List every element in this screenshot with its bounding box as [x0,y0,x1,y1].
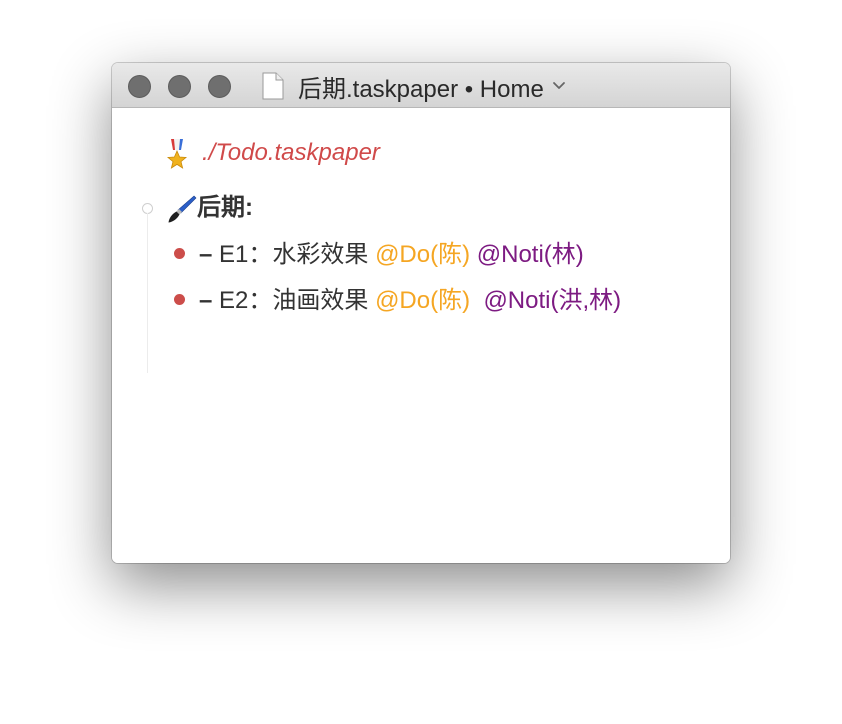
outline-guide [147,213,148,373]
tag-spacer [470,241,477,268]
document-editor[interactable]: ./Todo.taskpaper 后期: – E1：水彩效果 @Do(陈) @N… [112,108,730,563]
task-dash: – [199,287,213,314]
tag-noti[interactable]: @Noti(林) [477,241,584,268]
close-button[interactable] [128,75,151,98]
task-bullet[interactable] [174,294,185,306]
zoom-button[interactable] [208,75,231,98]
task-item[interactable]: – E2：油画效果 @Do(陈) @Noti(洪,林) [174,286,621,316]
tag-do[interactable]: @Do(陈) [375,287,470,314]
app-window: 后期.taskpaper • Home ./Todo.taskpaper 后期:… [112,63,730,563]
task-text: E1：水彩效果 [212,241,376,268]
task-dash: – [199,241,213,268]
document-icon [262,72,284,100]
task-text: E2：油画效果 [212,287,376,314]
project-title: 后期: [197,194,253,221]
task-item[interactable]: – E1：水彩效果 @Do(陈) @Noti(林) [174,240,584,270]
medal-icon [164,138,190,169]
tag-spacer [470,287,483,314]
tag-noti[interactable]: @Noti(洪,林) [483,287,621,314]
window-title-group[interactable]: 后期.taskpaper • Home [262,71,566,103]
chevron-down-icon[interactable] [552,79,566,93]
task-bullet[interactable] [174,248,185,260]
title-bar[interactable]: 后期.taskpaper • Home [112,63,730,108]
project-row[interactable]: 后期: [142,193,253,224]
link-row: ./Todo.taskpaper [164,138,380,169]
window-title: 后期.taskpaper • Home [298,75,544,103]
paintbrush-icon [167,194,197,224]
minimize-button[interactable] [168,75,191,98]
file-link[interactable]: ./Todo.taskpaper [202,139,380,166]
tag-do[interactable]: @Do(陈) [375,241,470,268]
